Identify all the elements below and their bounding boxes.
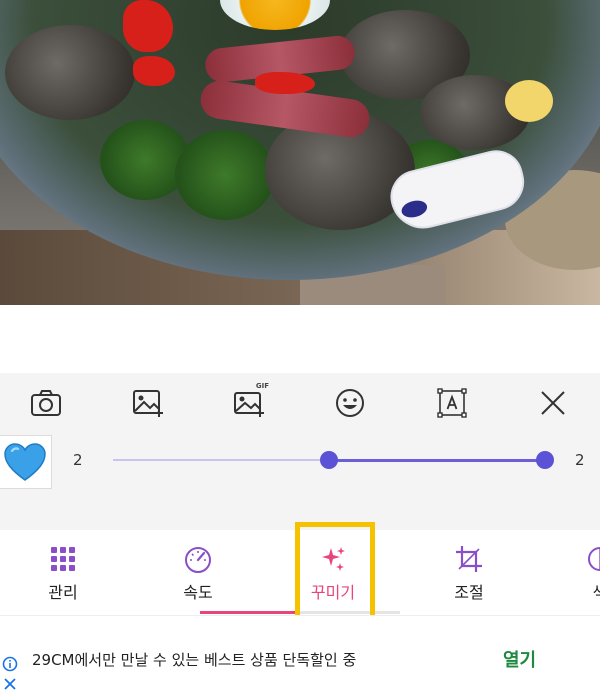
bottom-tab-bar: 관리 속도 꾸미기 조절 색 — [0, 530, 600, 615]
add-gif-button[interactable]: GIF — [231, 382, 269, 421]
sticker-timing-row: 2 2 — [0, 433, 600, 495]
active-tab-indicator — [200, 611, 400, 614]
tab-label: 관리 — [48, 583, 78, 602]
ad-text: 29CM에서만 만날 수 있는 베스트 상품 단독할인 중 — [32, 651, 357, 669]
tab-speed[interactable]: 속도 — [143, 530, 253, 615]
camera-button[interactable] — [28, 385, 64, 421]
photo-preview — [0, 0, 600, 305]
timeline-selected-range — [329, 458, 545, 462]
crop-icon — [456, 546, 482, 572]
ad-banner[interactable]: 29CM에서만 만날 수 있는 베스트 상품 단독할인 중 열기 — [0, 615, 600, 700]
close-button[interactable] — [535, 385, 571, 421]
editor-panel: GIF 2 2 — [0, 373, 600, 530]
emoji-icon — [336, 389, 364, 417]
tab-label: 조절 — [454, 583, 484, 602]
grid-icon — [51, 547, 75, 571]
tab-label: 꾸미기 — [310, 583, 356, 602]
close-ad-icon[interactable] — [2, 676, 18, 692]
broccoli — [175, 130, 275, 220]
sticker-thumbnail[interactable] — [0, 435, 52, 489]
blue-heart-icon — [4, 443, 46, 481]
tab-decorate[interactable]: 꾸미기 — [278, 530, 388, 615]
camera-icon — [31, 390, 61, 416]
add-image-button[interactable] — [130, 385, 166, 421]
abalone-shell — [5, 25, 135, 120]
range-start-label: 2 — [73, 451, 83, 469]
tab-manage[interactable]: 관리 — [8, 530, 118, 615]
lemon-slice — [505, 80, 553, 122]
speedometer-icon — [185, 547, 211, 573]
editor-toolbar: GIF — [0, 373, 600, 433]
tab-adjust[interactable]: 조절 — [414, 530, 524, 615]
tab-indicator-track — [300, 611, 400, 614]
add-gif-icon — [234, 392, 264, 417]
range-end-handle[interactable] — [536, 451, 554, 469]
add-image-icon — [133, 390, 163, 417]
app-screen: GIF 2 2 관리 속도 꾸미기 조절 색 29CM에서만 만날 수 있는 베… — [0, 0, 600, 700]
range-start-handle[interactable] — [320, 451, 338, 469]
close-icon — [541, 391, 565, 415]
tab-color[interactable]: 색 — [545, 530, 600, 615]
text-box-button[interactable] — [434, 385, 470, 421]
gif-tag: GIF — [255, 382, 269, 390]
chili-pepper — [133, 56, 175, 86]
range-end-label: 2 — [575, 451, 585, 469]
color-icon — [588, 547, 600, 571]
info-icon[interactable] — [2, 656, 18, 672]
ad-open-button[interactable]: 열기 — [503, 646, 536, 672]
sparkle-icon — [322, 547, 345, 571]
tab-label: 색 — [592, 583, 600, 602]
emoji-button[interactable] — [332, 385, 368, 421]
tab-label: 속도 — [183, 583, 213, 602]
chili-pepper — [255, 72, 315, 94]
blank-area — [0, 305, 600, 373]
text-box-icon — [437, 388, 467, 418]
